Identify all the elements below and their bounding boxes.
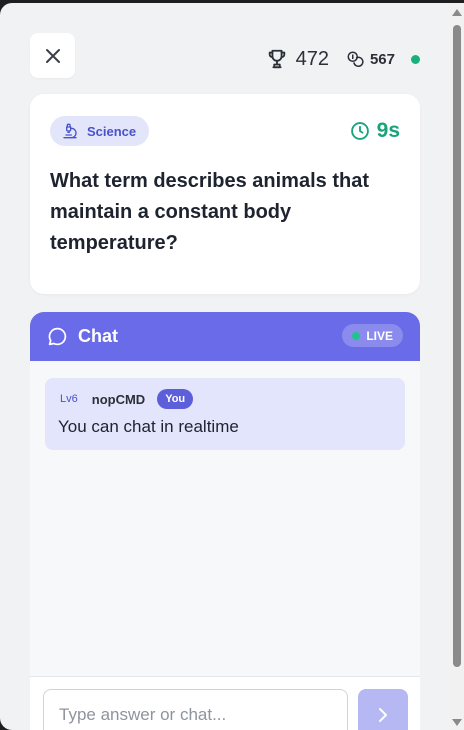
quiz-window: 472 567 Science 9s What term describes a… [0, 3, 464, 730]
chevron-right-icon [379, 708, 387, 722]
send-button[interactable] [358, 689, 408, 730]
message-text: You can chat in realtime [58, 417, 239, 436]
chat-input[interactable] [43, 689, 348, 730]
scroll-up-arrow-icon[interactable] [452, 9, 462, 16]
trophy-icon [268, 49, 285, 69]
chat-title: Chat [78, 326, 118, 346]
microscope-icon [63, 123, 77, 139]
live-badge: LIVE [342, 324, 403, 347]
chat-header: Chat LIVE [30, 312, 420, 361]
question-text: What term describes animals that maintai… [50, 170, 369, 254]
category-label: Science [87, 123, 137, 139]
clock-icon [350, 122, 369, 140]
chat-footer [30, 676, 420, 730]
live-label: LIVE [366, 328, 393, 343]
message-meta: Lv6 nopCMD You [60, 389, 194, 409]
coin-stat: 567 [346, 50, 395, 68]
scroll-down-arrow-icon[interactable] [452, 719, 462, 726]
coins-icon [347, 51, 364, 68]
chat-panel: Chat LIVE Lv6 nopCMD You You can chat in… [30, 312, 420, 730]
user-level: Lv6 [60, 393, 78, 405]
chat-message: Lv6 nopCMD You You can chat in realtime [45, 378, 405, 450]
username: nopCMD [91, 391, 146, 407]
close-icon [45, 48, 60, 63]
chat-bubble-icon [48, 327, 67, 346]
player-stats: 472 567 [266, 46, 420, 72]
you-badge: You [157, 389, 194, 409]
vertical-scrollbar[interactable] [450, 3, 464, 730]
online-status-dot [411, 54, 420, 64]
time-left: 9s [376, 119, 400, 142]
question-timer: 9s [350, 119, 400, 143]
close-button[interactable] [30, 33, 75, 78]
question-card: Science 9s What term describes animals t… [30, 94, 420, 294]
coin-count: 567 [369, 50, 395, 68]
scroll-thumb[interactable] [453, 25, 461, 667]
trophy-stat: 472 [266, 48, 329, 71]
live-dot [352, 331, 361, 340]
trophy-count: 472 [295, 47, 329, 70]
category-badge: Science [50, 116, 150, 146]
